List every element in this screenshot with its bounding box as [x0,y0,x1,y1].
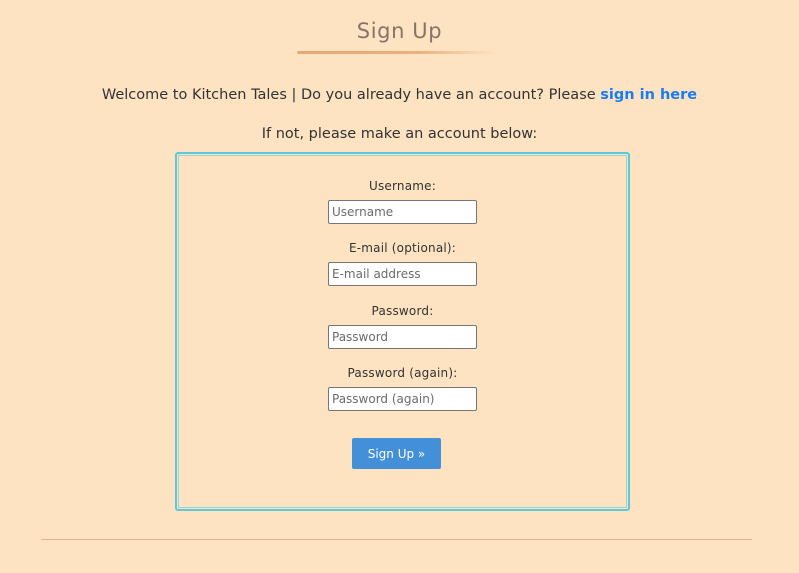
password-input[interactable] [328,325,477,349]
signup-form: Username: E-mail (optional): Password: P… [175,152,630,511]
sign-up-button[interactable]: Sign Up » [352,438,441,469]
title-underline [297,51,497,54]
page-title: Sign Up [356,19,443,43]
username-label: Username: [368,179,436,193]
email-label: E-mail (optional): [348,241,457,255]
welcome-message: Welcome to Kitchen Tales | Do you alread… [101,87,601,103]
username-input[interactable] [328,200,477,224]
email-input[interactable] [328,262,477,286]
password-again-label: Password (again): [347,366,458,380]
password-again-field-group: Password (again): [177,366,628,411]
password-label: Password: [371,304,434,318]
sign-in-link[interactable]: sign in here [600,87,697,103]
email-field-group: E-mail (optional): [177,241,628,286]
account-prompt: If not, please make an account below: [261,126,538,142]
password-field-group: Password: [177,304,628,349]
password-again-input[interactable] [328,387,477,411]
username-field-group: Username: [177,179,628,224]
welcome-text: Welcome to Kitchen Tales | Do you alread… [0,87,799,103]
footer-divider [41,539,752,540]
